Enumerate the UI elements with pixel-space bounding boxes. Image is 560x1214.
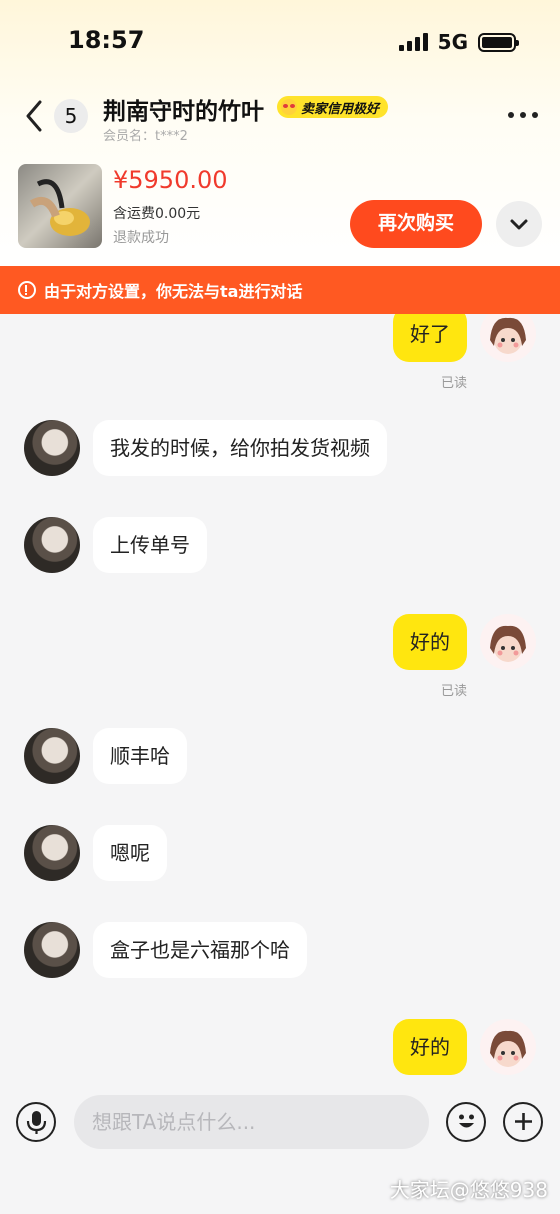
- read-receipt: 已读: [440, 684, 467, 699]
- plus-icon: [514, 1113, 532, 1130]
- message-list[interactable]: 好了 已读 我发的时候，给你拍发货视频 上传单号 好的 已读 顺丰哈 嗯呢 盒子…: [0, 314, 560, 1094]
- back-icon[interactable]: [22, 98, 50, 134]
- voice-input-button[interactable]: [16, 1102, 56, 1142]
- member-name: 会员名：t***2: [103, 129, 188, 144]
- message-bubble-in[interactable]: 嗯呢: [93, 825, 167, 881]
- contact-avatar[interactable]: [24, 825, 80, 881]
- message-bubble-out[interactable]: 好了: [393, 314, 467, 362]
- contact-avatar[interactable]: [24, 922, 80, 978]
- chat-disabled-warning: 由于对方设置，你无法与ta进行对话: [0, 266, 560, 314]
- status-indicators: 5G: [398, 30, 519, 54]
- seller-credit-badge[interactable]: 卖家信用极好: [277, 96, 389, 118]
- message-bubble-in[interactable]: 上传单号: [93, 517, 207, 573]
- contact-avatar[interactable]: [24, 728, 80, 784]
- message-bubble-out[interactable]: 好的: [393, 1019, 467, 1075]
- heart-eyes-icon: [281, 99, 297, 115]
- read-receipt: 已读: [440, 376, 467, 391]
- chevron-down-icon: [510, 219, 528, 230]
- more-options-icon[interactable]: [508, 112, 538, 118]
- network-type: 5G: [437, 30, 468, 54]
- emoji-button[interactable]: [446, 1102, 486, 1142]
- my-avatar[interactable]: [480, 314, 536, 362]
- buy-again-button[interactable]: 再次购买: [350, 200, 482, 248]
- unread-count-badge[interactable]: 5: [54, 99, 88, 133]
- message-bubble-out[interactable]: 好的: [393, 614, 467, 670]
- more-actions-button[interactable]: [503, 1102, 543, 1142]
- message-bubble-in[interactable]: 我发的时候，给你拍发货视频: [93, 420, 387, 476]
- microphone-icon: [26, 1111, 46, 1134]
- message-bubble-in[interactable]: 盒子也是六福那个哈: [93, 922, 307, 978]
- seller-credit-label: 卖家信用极好: [301, 101, 380, 117]
- my-avatar[interactable]: [480, 614, 536, 670]
- watermark: 大家坛@悠悠938: [389, 1178, 548, 1202]
- smiley-icon: [458, 1114, 474, 1128]
- chat-title[interactable]: 荆南守时的竹叶: [103, 92, 264, 126]
- battery-icon: [478, 32, 519, 52]
- product-price: ¥5950.00: [113, 166, 228, 194]
- my-avatar[interactable]: [480, 1019, 536, 1075]
- signal-icon: [398, 33, 428, 51]
- status-time: 18:57: [68, 26, 145, 54]
- warning-text: 由于对方设置，你无法与ta进行对话: [44, 282, 303, 301]
- alert-icon: [18, 281, 36, 299]
- product-thumbnail[interactable]: [18, 164, 102, 248]
- contact-avatar[interactable]: [24, 420, 80, 476]
- expand-button[interactable]: [496, 201, 542, 247]
- message-bubble-in[interactable]: 顺丰哈: [93, 728, 187, 784]
- message-input[interactable]: [74, 1095, 429, 1149]
- order-status: 退款成功: [113, 230, 169, 246]
- shipping-info: 含运费0.00元: [113, 206, 201, 222]
- contact-avatar[interactable]: [24, 517, 80, 573]
